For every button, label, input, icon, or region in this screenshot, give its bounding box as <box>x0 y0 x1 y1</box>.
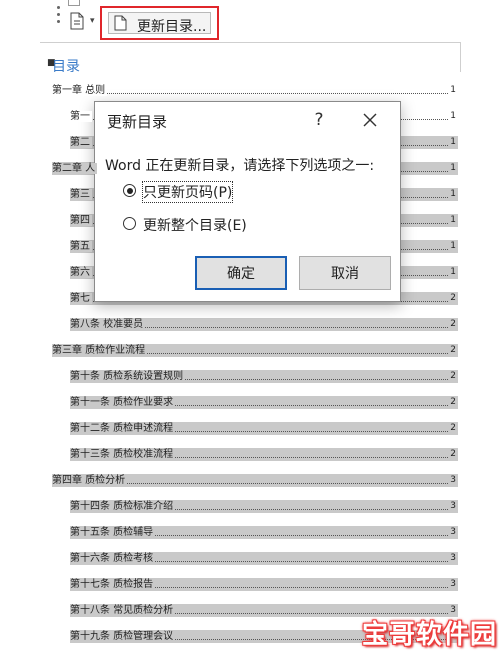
radio-button[interactable] <box>123 184 136 197</box>
toc-entry-text: 第八条 校准要员 <box>70 319 146 330</box>
toc-page-number: 3 <box>450 474 456 487</box>
dialog-prompt: Word 正在更新目录，请选择下列选项之一: <box>105 158 375 174</box>
toc-entry-text: 第十三条 质检校准流程 <box>70 449 176 460</box>
toc-page-number: 2 <box>450 344 456 357</box>
page-edge <box>460 42 461 72</box>
toc-page-number: 1 <box>450 214 456 227</box>
toc-entry[interactable]: 第三章 质检作业流程 2 <box>52 344 458 357</box>
radio-label[interactable]: 只更新页码(P) <box>141 181 234 203</box>
toc-entry[interactable]: 第四章 质检分析 3 <box>52 474 458 487</box>
toc-page-number: 1 <box>450 110 456 123</box>
toc-entry-text: 第十五条 质检辅导 <box>70 527 156 538</box>
toc-entry-text: 第二章 人 <box>52 163 98 174</box>
toc-entry-text: 第十六条 质检考核 <box>70 553 156 564</box>
toc-entry-text: 第十四条 质检标准介绍 <box>70 501 176 512</box>
toc-entry-text: 第十二条 质检申述流程 <box>70 423 176 434</box>
toc-entry-text: 第三 <box>70 189 92 200</box>
chevron-down-icon[interactable]: ▾ <box>90 16 95 26</box>
toc-entry[interactable]: 第十三条 质检校准流程 2 <box>70 448 458 461</box>
toc-page-number: 3 <box>450 578 456 591</box>
ok-button[interactable]: 确定 <box>195 256 287 290</box>
toc-page-number: 1 <box>450 240 456 253</box>
page-edge <box>40 42 460 43</box>
toc-heading: 目录 <box>52 59 80 75</box>
toc-entry-text: 第十一条 质检作业要求 <box>70 397 176 408</box>
toc-page-number: 2 <box>450 370 456 383</box>
cancel-button[interactable]: 取消 <box>299 256 391 290</box>
toc-page-number: 2 <box>450 292 456 305</box>
toc-leader <box>52 93 448 94</box>
toc-entry-text: 第四章 质检分析 <box>52 475 128 486</box>
drag-handle-icon[interactable] <box>57 6 61 27</box>
toc-page-number: 3 <box>450 552 456 565</box>
watermark-text: 宝哥软件园 <box>362 620 498 650</box>
update-toc-dialog: 更新目录 ? Word 正在更新目录，请选择下列选项之一: 只更新页码(P) 更… <box>94 101 401 302</box>
toc-entry[interactable]: 第十四条 质检标准介绍 3 <box>70 500 458 513</box>
toc-entry-text: 第一 <box>70 111 92 122</box>
dialog-title: 更新目录 <box>107 113 168 131</box>
toc-page-number: 1 <box>450 266 456 279</box>
close-icon[interactable] <box>361 111 379 129</box>
toc-page-number: 3 <box>450 526 456 539</box>
toc-entry-text: 第二 <box>70 137 92 148</box>
toc-entry[interactable]: 第十五条 质检辅导 3 <box>70 526 458 539</box>
toc-page-number: 2 <box>450 396 456 409</box>
toc-entry[interactable]: 第十七条 质检报告 3 <box>70 578 458 591</box>
help-icon[interactable]: ? <box>309 110 329 130</box>
toc-page-number: 1 <box>450 188 456 201</box>
toc-entry-text: 第四 <box>70 215 92 226</box>
toc-entry-text: 第一章 总则 <box>52 85 108 96</box>
toc-entry[interactable]: 第十一条 质检作业要求 2 <box>70 396 458 409</box>
toc-page-number: 2 <box>450 422 456 435</box>
toc-entry-text: 第七 <box>70 293 92 304</box>
document-list-icon[interactable] <box>70 12 84 30</box>
toc-entry-text: 第十条 质检系统设置规则 <box>70 371 186 382</box>
toc-entry-text: 第五 <box>70 241 92 252</box>
update-toc-label: 更新目录... <box>137 19 207 35</box>
toc-page-number: 2 <box>450 318 456 331</box>
watermark-logo: 宝哥软件园 <box>354 610 496 650</box>
toc-entry[interactable]: 第十二条 质检申述流程 2 <box>70 422 458 435</box>
radio-label[interactable]: 更新整个目录(E) <box>143 215 247 235</box>
toc-entry-text: 第六 <box>70 267 92 278</box>
update-toc-button[interactable]: 更新目录... <box>108 12 211 35</box>
update-toc-highlight: 更新目录... <box>100 6 219 40</box>
toc-entry-text: 第十八条 常见质检分析 <box>70 605 176 616</box>
toc-entry[interactable]: 第十六条 质检考核 3 <box>70 552 458 565</box>
toc-page-number: 1 <box>450 84 456 97</box>
toc-entry[interactable]: 第八条 校准要员 2 <box>70 318 458 331</box>
toc-entry-text: 第十九条 质检管理会议 <box>70 631 176 642</box>
toc-page-number: 3 <box>450 500 456 513</box>
toolbar-fragment <box>68 0 80 6</box>
toc-entry-text: 第十七条 质检报告 <box>70 579 156 590</box>
toc-page-number: 2 <box>450 448 456 461</box>
toc-page-number: 1 <box>450 136 456 149</box>
radio-button[interactable] <box>123 217 136 230</box>
toc-entry-text: 第三章 质检作业流程 <box>52 345 148 356</box>
toc-entry[interactable]: 第十条 质检系统设置规则 2 <box>70 370 458 383</box>
toc-entry[interactable]: 第一章 总则 1 <box>52 84 458 97</box>
toc-page-number: 1 <box>450 162 456 175</box>
quick-access-toolbar: ▾ 更新目录... <box>0 0 500 44</box>
document-icon <box>114 15 127 31</box>
